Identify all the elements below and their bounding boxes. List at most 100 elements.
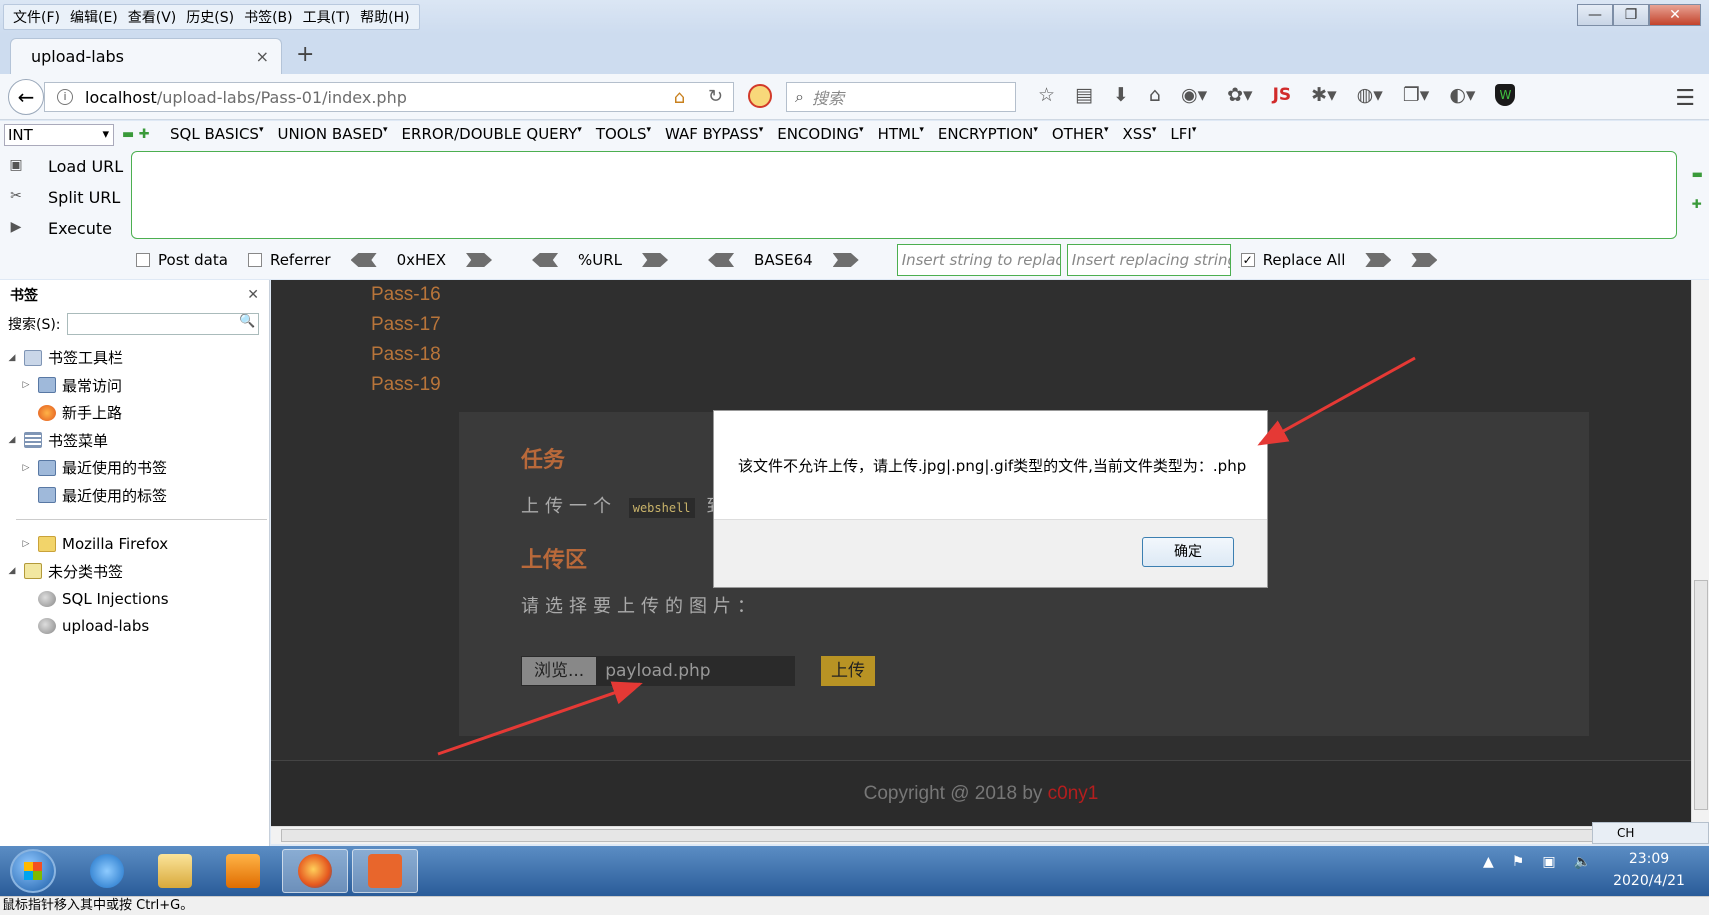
taskbar-explorer[interactable]	[142, 849, 208, 893]
twisty-icon[interactable]: ◢	[6, 566, 18, 576]
load-url-button[interactable]: ▣ Load URL	[6, 151, 128, 182]
browse-button[interactable]: 浏览...	[522, 657, 597, 685]
tab-close-icon[interactable]: ×	[256, 47, 269, 66]
tray-expand-icon[interactable]: ▲	[1483, 854, 1494, 870]
base64-decode-arrow-icon[interactable]	[708, 253, 735, 267]
hackbar-menu-encryption[interactable]: ENCRYPTION	[938, 125, 1038, 143]
back-icon[interactable]: ←	[8, 79, 44, 115]
hackbar-menu-encoding[interactable]: ENCODING	[777, 125, 863, 143]
taskbar-ie[interactable]	[74, 849, 140, 893]
bookmark-item[interactable]: ◢ 书签工具栏	[0, 344, 269, 372]
menu-file[interactable]: 文件(F)	[13, 7, 60, 27]
url-encode-arrow-icon[interactable]	[642, 253, 669, 267]
replace-all-checkbox[interactable]: ✓	[1240, 253, 1255, 267]
menu-bookmarks[interactable]: 书签(B)	[244, 7, 293, 27]
bookmark-item[interactable]: ◢ 未分类书签	[0, 558, 269, 586]
taskbar-media[interactable]	[210, 849, 276, 893]
bookmark-item[interactable]: ▷ Mozilla Firefox	[0, 530, 269, 558]
sidebar-close-icon[interactable]: ✕	[247, 287, 259, 303]
hackbar-menu-waf-bypass[interactable]: WAF BYPASS	[665, 125, 763, 143]
pass-link[interactable]: Pass-17	[371, 310, 441, 340]
proxy-icon[interactable]: ◍▾	[1357, 84, 1383, 106]
taskbar-firefox[interactable]	[282, 849, 348, 893]
minimize-button[interactable]: —	[1577, 4, 1613, 26]
bug-icon[interactable]: ✱▾	[1311, 84, 1336, 106]
hackbar-url-textarea[interactable]	[131, 151, 1677, 239]
hackbar-menu-tools[interactable]: TOOLS	[596, 125, 651, 143]
hex-encode-arrow-icon[interactable]	[466, 253, 493, 267]
bookmark-item[interactable]: SQL Injections	[0, 585, 269, 613]
maximize-button[interactable]: ❐	[1613, 4, 1649, 26]
hackbar-menu-error-double-query[interactable]: ERROR/DOUBLE QUERY	[402, 125, 582, 143]
palette-icon[interactable]: ✿▾	[1227, 84, 1252, 106]
menu-edit[interactable]: 编辑(E)	[70, 7, 118, 27]
alert-ok-button[interactable]: 确定	[1142, 537, 1234, 567]
replace-next-arrow-icon[interactable]	[1411, 253, 1438, 267]
bookmark-item[interactable]: ◢ 书签菜单	[0, 427, 269, 455]
replacing-string-input[interactable]: Insert replacing string	[1066, 244, 1231, 276]
reload-icon[interactable]: ↻	[708, 86, 723, 107]
twisty-icon[interactable]: ◢	[6, 353, 18, 363]
vertical-scroll-thumb[interactable]	[1694, 580, 1708, 810]
site-info-icon[interactable]: i	[57, 89, 73, 105]
menu-tools[interactable]: 工具(T)	[303, 7, 350, 27]
horizontal-scrollbar[interactable]	[271, 826, 1691, 844]
hackbar-menu-other[interactable]: OTHER	[1052, 125, 1109, 143]
reading-list-icon[interactable]: ▤	[1075, 84, 1093, 106]
replace-arrow-icon[interactable]	[1365, 253, 1392, 267]
volume-icon[interactable]: 🔈	[1574, 854, 1591, 870]
network-icon[interactable]: ▣	[1542, 854, 1555, 870]
close-window-button[interactable]: ✕	[1649, 4, 1701, 26]
shield-icon[interactable]: W	[1495, 84, 1516, 106]
start-button[interactable]	[10, 849, 56, 893]
bookmark-item[interactable]: upload-labs	[0, 613, 269, 641]
url-decode-arrow-icon[interactable]	[532, 253, 559, 267]
sidebar-search-input[interactable]	[66, 313, 259, 335]
menu-help[interactable]: 帮助(H)	[360, 7, 409, 27]
bookmark-item[interactable]: 最近使用的标签	[0, 482, 269, 510]
insert-string-input[interactable]: Insert string to replace	[896, 244, 1061, 276]
translate-icon[interactable]: ◐▾	[1449, 84, 1475, 106]
taskbar-burp[interactable]	[352, 849, 418, 893]
menu-view[interactable]: 查看(V)	[128, 7, 177, 27]
language-bar[interactable]: CH	[1592, 822, 1709, 844]
home-button-icon[interactable]: ⌂	[1149, 84, 1161, 106]
hackbar-menu-sql-basics[interactable]: SQL BASICS	[170, 125, 263, 143]
new-tab-icon[interactable]: +	[296, 42, 314, 67]
vertical-scrollbar[interactable]	[1691, 280, 1709, 826]
post-data-checkbox[interactable]	[136, 253, 150, 267]
action-center-icon[interactable]: ⚑	[1512, 854, 1525, 870]
tab-upload-labs[interactable]: upload-labs ×	[10, 38, 282, 74]
bookmark-star-icon[interactable]: ☆	[1038, 84, 1055, 106]
search-input[interactable]: ⌕ 搜索	[786, 82, 1016, 112]
base64-encode-arrow-icon[interactable]	[832, 253, 859, 267]
pass-link[interactable]: Pass-19	[371, 370, 441, 400]
download-icon[interactable]: ⬇	[1113, 84, 1129, 106]
referrer-checkbox[interactable]	[247, 253, 262, 267]
hackbar-menu-union-based[interactable]: UNION BASED	[277, 125, 387, 143]
split-url-button[interactable]: ✂ Split URL	[6, 182, 128, 213]
pass-link[interactable]: Pass-16	[371, 280, 441, 310]
bookmark-item[interactable]: ▷ 最常访问	[0, 372, 269, 400]
hackbar-menu-xss[interactable]: XSS	[1123, 125, 1157, 143]
execute-button[interactable]: ▶ Execute	[6, 213, 128, 244]
twisty-icon[interactable]: ▷	[20, 463, 32, 473]
twisty-icon[interactable]: ▷	[20, 380, 32, 390]
horizontal-scroll-thumb[interactable]	[281, 829, 1679, 842]
menu-hamburger-icon[interactable]: ☰	[1675, 86, 1695, 111]
twisty-icon[interactable]: ▷	[20, 539, 32, 549]
pass-link[interactable]: Pass-18	[371, 340, 441, 370]
bookmark-item[interactable]: 新手上路	[0, 399, 269, 427]
adblock-icon[interactable]	[748, 84, 772, 108]
menu-history[interactable]: 历史(S)	[186, 7, 234, 27]
hackbar-type-select[interactable]: INT	[4, 124, 114, 146]
addon-globe-icon[interactable]: ◉▾	[1181, 84, 1207, 106]
home-icon[interactable]: ⌂	[674, 87, 685, 108]
js-toggle-icon[interactable]: JS	[1273, 85, 1292, 105]
hex-decode-arrow-icon[interactable]	[350, 253, 377, 267]
copy-icon[interactable]: ❐▾	[1403, 84, 1430, 106]
twisty-icon[interactable]: ◢	[6, 435, 18, 445]
upload-button[interactable]: 上传	[821, 656, 875, 686]
hackbar-side-icons[interactable]: ▬ ✚	[1692, 159, 1703, 219]
footer-author-link[interactable]: c0ny1	[1048, 783, 1099, 804]
